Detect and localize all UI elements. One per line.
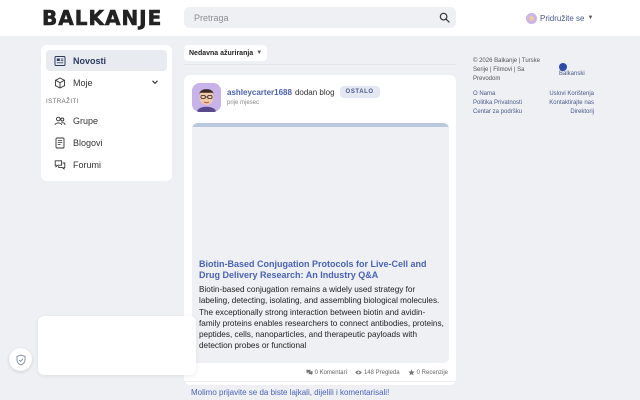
search-bar[interactable] [184, 7, 456, 28]
footer-link-directory[interactable]: Direktorij [549, 108, 594, 117]
activity-card: ashleycarter1688 dodan blog OSTALO prije… [184, 75, 456, 385]
sort-label: Nedavna ažuriranja [189, 49, 254, 57]
blog-title[interactable]: Biotin-Based Conjugation Protocols for L… [199, 259, 445, 281]
left-sidebar: Novosti Moje ISTRAŽITI Grupe Blogovi For… [41, 45, 172, 181]
join-menu[interactable]: Pridružite se ▼ [526, 11, 593, 25]
language-label: Balkanski [559, 71, 585, 77]
sidebar-item-label: Blogovi [73, 137, 103, 148]
sidebar-item-label: Grupe [73, 115, 99, 126]
footer-links-left: O Nama Politika Privatnosti Centar za po… [473, 90, 522, 117]
post-username[interactable]: ashleycarter1688 [227, 88, 292, 97]
footer-link-support[interactable]: Centar za podršku [473, 108, 522, 117]
shield-icon [16, 353, 25, 366]
divider [184, 64, 456, 65]
footer-links-right: Uslovi Korištenja Kontaktirajte nas Dire… [549, 90, 594, 117]
footer-link-privacy[interactable]: Politika Privatnosti [473, 99, 522, 108]
sidebar-item-forumi[interactable]: Forumi [46, 154, 167, 175]
top-header: BALKANJE Pridružite se ▼ [0, 0, 640, 36]
search-icon[interactable] [439, 12, 450, 23]
post-action: dodan blog [294, 87, 335, 97]
view-count: 148 Pregleda [355, 369, 400, 376]
category-badge[interactable]: OSTALO [339, 86, 380, 98]
comments-icon [306, 369, 313, 376]
eye-icon [355, 370, 362, 375]
avatar [526, 12, 537, 24]
post-stats: 0 Komentari 148 Pregleda 0 Recenzije [306, 369, 448, 376]
cube-icon [55, 76, 65, 89]
post-timestamp[interactable]: prije mjesec [227, 100, 259, 106]
forum-icon [54, 159, 66, 170]
sidebar-item-blogovi[interactable]: Blogovi [46, 132, 167, 153]
caret-down-icon: ▼ [587, 15, 594, 21]
news-icon [54, 55, 66, 66]
join-label: Pridružite se [540, 13, 585, 23]
blog-icon [55, 137, 65, 148]
copyright-text: © 2026 Balkanje | Turske Serije | Filmov… [473, 58, 541, 82]
sidebar-item-moje[interactable]: Moje [46, 72, 167, 93]
privacy-settings-button[interactable] [9, 348, 32, 371]
review-count: 0 Recenzije [407, 369, 448, 376]
chevron-down-icon[interactable] [151, 78, 159, 86]
site-logo[interactable]: BALKANJE [42, 6, 162, 31]
sidebar-item-novosti[interactable]: Novosti [46, 50, 167, 71]
divider [184, 381, 456, 382]
globe-icon [559, 63, 567, 71]
language-selector[interactable]: Balkanski [559, 63, 585, 77]
memoji-avatar-icon [192, 83, 221, 112]
section-heading-explore: ISTRAŽITI [46, 99, 79, 105]
star-icon [407, 369, 415, 376]
blog-cover-image [192, 123, 449, 127]
consent-panel [38, 316, 196, 375]
footer-link-about[interactable]: O Nama [473, 90, 522, 99]
sidebar-item-grupe[interactable]: Grupe [46, 110, 167, 131]
login-prompt-link[interactable]: Molimo prijavite se da biste lajkali, di… [191, 388, 389, 397]
sidebar-item-label: Novosti [73, 55, 107, 66]
search-input[interactable] [194, 10, 424, 25]
footer-link-terms[interactable]: Uslovi Korištenja [549, 90, 594, 99]
comment-count: 0 Komentari [306, 369, 347, 376]
footer-link-contact[interactable]: Kontaktirajte nas [549, 99, 594, 108]
caret-down-icon: ▼ [256, 50, 263, 56]
sidebar-item-label: Forumi [73, 159, 102, 170]
blog-preview[interactable]: Biotin-Based Conjugation Protocols for L… [192, 123, 449, 363]
sidebar-item-label: Moje [73, 77, 93, 88]
blog-excerpt: Biotin-based conjugation remains a widel… [199, 285, 444, 351]
post-meta: ashleycarter1688 dodan blog OSTALO [227, 86, 380, 98]
sort-dropdown[interactable]: Nedavna ažuriranja ▼ [184, 45, 268, 61]
avatar[interactable] [192, 83, 221, 112]
groups-icon [54, 116, 66, 125]
